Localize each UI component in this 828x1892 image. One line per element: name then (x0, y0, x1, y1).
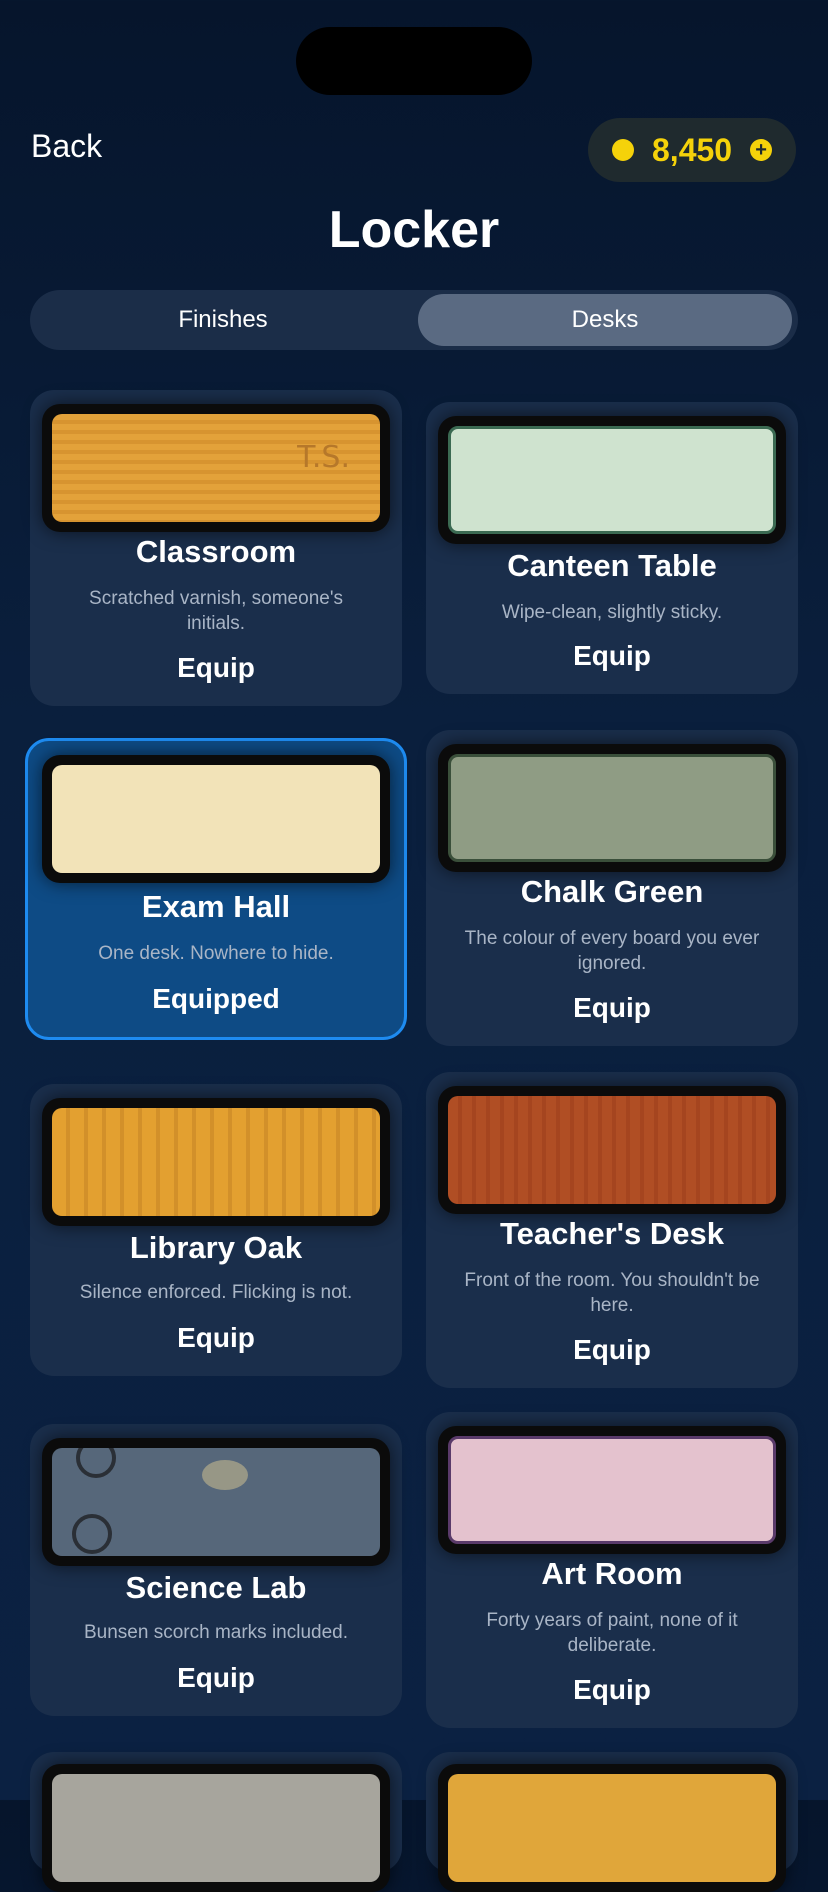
desk-card-teachers-desk[interactable]: Teacher's Desk Front of the room. You sh… (426, 1072, 798, 1388)
desk-swatch-partial (52, 1774, 380, 1882)
segmented-control: Finishes Desks (30, 290, 798, 350)
desk-swatch-exam-hall (52, 765, 380, 873)
add-coins-icon[interactable]: + (750, 139, 773, 161)
desk-swatch-frame (438, 744, 786, 872)
carved-initials: T.S. (297, 440, 350, 475)
scorch-mark (202, 1460, 248, 1490)
desk-swatch-art-room (448, 1436, 776, 1544)
equip-button[interactable]: Equip (30, 652, 402, 684)
desk-swatch-frame (42, 1098, 390, 1226)
equip-button[interactable]: Equip (426, 992, 798, 1024)
equip-button[interactable]: Equip (426, 1674, 798, 1706)
dynamic-island (296, 27, 532, 95)
desk-description: Scratched varnish, someone's initials. (89, 588, 343, 634)
desk-swatch-partial (448, 1774, 776, 1882)
desk-description: Wipe-clean, slightly sticky. (501, 602, 723, 623)
desk-name: Canteen Table (507, 548, 717, 583)
ring-stain (72, 1514, 112, 1554)
desk-card-art-room[interactable]: Art Room Forty years of paint, none of i… (426, 1412, 798, 1728)
desk-description: One desk. Nowhere to hide. (98, 943, 334, 964)
desk-card-chalk-green[interactable]: Chalk Green The colour of every board yo… (426, 730, 798, 1046)
equip-button[interactable]: Equip (426, 1334, 798, 1366)
desk-name: Art Room (541, 1556, 683, 1591)
tab-finishes[interactable]: Finishes (36, 294, 410, 346)
desk-card-partial[interactable] (30, 1752, 402, 1892)
desk-swatch-frame (42, 1764, 390, 1892)
desk-swatch-frame (438, 1764, 786, 1892)
desk-description: The colour of every board you ever ignor… (464, 928, 760, 974)
page-title: Locker (328, 201, 500, 259)
equip-button[interactable]: Equip (30, 1322, 402, 1354)
desk-name: Teacher's Desk (500, 1216, 724, 1251)
desk-card-science-lab[interactable]: Science Lab Bunsen scorch marks included… (30, 1424, 402, 1716)
desk-name: Library Oak (129, 1230, 303, 1265)
desk-swatch-frame: T.S. (42, 404, 390, 532)
desk-card-library-oak[interactable]: Library Oak Silence enforced. Flicking i… (30, 1084, 402, 1376)
desk-swatch-frame (42, 1438, 390, 1566)
desk-swatch-frame (438, 1426, 786, 1554)
equip-button[interactable]: Equip (30, 1662, 402, 1694)
desk-card-partial[interactable] (426, 1752, 798, 1892)
desk-swatch-science-lab (52, 1448, 380, 1556)
coin-amount: 8,450 (652, 131, 733, 168)
desk-swatch-classroom: T.S. (52, 414, 380, 522)
back-button[interactable]: Back (31, 128, 102, 165)
equip-button[interactable]: Equip (426, 640, 798, 672)
desk-name: Science Lab (125, 1570, 307, 1605)
desk-swatch-frame (42, 755, 390, 883)
desk-card-exam-hall[interactable]: Exam Hall One desk. Nowhere to hide. Equ… (25, 738, 407, 1040)
equipped-label: Equipped (152, 983, 280, 1014)
coin-icon (612, 139, 634, 161)
desk-swatch-chalk-green (448, 754, 776, 862)
desk-name: Chalk Green (520, 874, 704, 909)
ring-stain (76, 1448, 116, 1478)
desk-card-classroom[interactable]: T.S. Classroom Scratched varnish, someon… (30, 390, 402, 706)
tab-desks[interactable]: Desks (418, 294, 792, 346)
desk-swatch-teachers-desk (448, 1096, 776, 1204)
desk-card-canteen-table[interactable]: Canteen Table Wipe-clean, slightly stick… (426, 402, 798, 694)
desk-description: Front of the room. You shouldn't be here… (464, 1270, 760, 1316)
desk-swatch-frame (438, 1086, 786, 1214)
coin-balance[interactable]: 8,450 + (588, 118, 796, 182)
desk-description: Forty years of paint, none of it deliber… (486, 1610, 738, 1656)
desk-name: Exam Hall (141, 889, 291, 924)
desk-swatch-library-oak (52, 1108, 380, 1216)
desk-description: Silence enforced. Flicking is not. (79, 1282, 353, 1303)
desk-swatch-canteen-table (448, 426, 776, 534)
desk-swatch-frame (438, 416, 786, 544)
desk-name: Classroom (135, 534, 297, 569)
desk-description: Bunsen scorch marks included. (83, 1622, 348, 1643)
